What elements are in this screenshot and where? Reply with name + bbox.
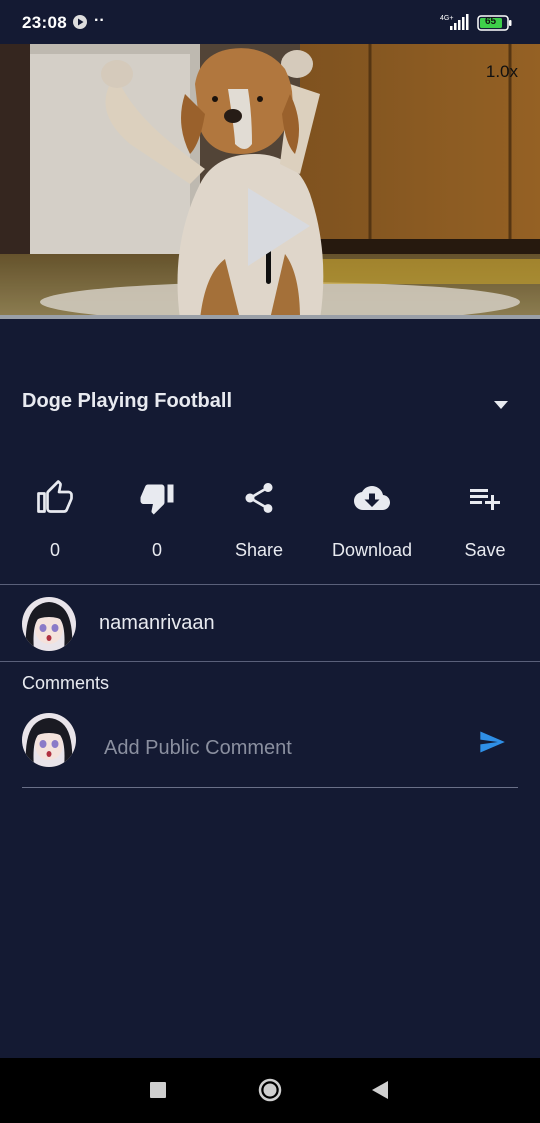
media-playing-icon: [72, 14, 88, 35]
network-type: 4G+: [440, 15, 453, 22]
comment-input[interactable]: [104, 733, 454, 763]
comment-input-underline: [22, 787, 518, 788]
playlist-add-icon: [470, 489, 500, 510]
video-title: Doge Playing Football: [22, 390, 233, 412]
share-icon: [245, 483, 273, 513]
download-label: Download: [331, 540, 413, 560]
battery-level: 65: [485, 16, 497, 27]
like-count: 0: [49, 540, 60, 560]
action-row: 0 0 Share Download Save: [0, 478, 540, 568]
battery-icon: 65: [477, 14, 513, 37]
download-button[interactable]: Download: [316, 478, 428, 568]
divider: [0, 584, 540, 585]
thumbs-down-icon: [140, 484, 174, 515]
video-player[interactable]: 1.0x: [0, 44, 540, 319]
video-progress-bar[interactable]: [0, 315, 540, 319]
dislike-count: 0: [151, 540, 162, 560]
video-frame: [0, 44, 540, 319]
like-button[interactable]: 0: [0, 478, 110, 568]
home-icon[interactable]: [258, 1078, 282, 1107]
dislike-button[interactable]: 0: [102, 478, 212, 568]
divider: [0, 661, 540, 662]
status-time: 23:08: [22, 13, 67, 32]
more-notifications-icon: ··: [94, 12, 105, 29]
download-cloud-icon: [354, 486, 390, 510]
share-button[interactable]: Share: [204, 478, 314, 568]
share-label: Share: [234, 540, 284, 560]
save-button[interactable]: Save: [430, 478, 540, 568]
send-icon[interactable]: [476, 728, 508, 761]
recents-icon[interactable]: [150, 1082, 166, 1103]
system-navigation-bar: [0, 1058, 540, 1123]
channel-name[interactable]: namanrivaan: [99, 612, 215, 635]
status-bar: 23:08 ·· 4G+ 65: [0, 0, 540, 44]
back-icon[interactable]: [371, 1081, 389, 1104]
thumbs-up-icon: [37, 480, 73, 513]
channel-avatar[interactable]: [22, 597, 76, 651]
playback-speed[interactable]: 1.0x: [486, 62, 518, 82]
user-avatar: [22, 713, 76, 767]
signal-icon: 4G+: [440, 12, 470, 37]
play-icon[interactable]: [246, 188, 310, 273]
expand-description-icon[interactable]: [492, 398, 510, 416]
save-label: Save: [464, 540, 506, 560]
comments-heading: Comments: [22, 673, 110, 693]
